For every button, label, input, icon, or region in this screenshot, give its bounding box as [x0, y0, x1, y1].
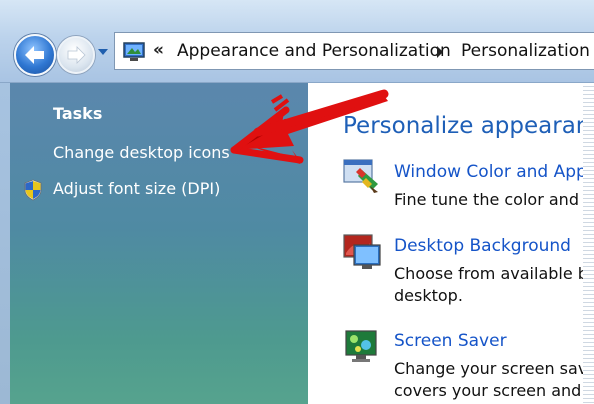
- tasks-heading: Tasks: [53, 104, 103, 123]
- content-area: Personalize appearance a Window Color an…: [308, 83, 594, 404]
- back-button[interactable]: [14, 34, 56, 76]
- tasks-pane: Tasks Change desktop icons Adjust font s…: [10, 83, 308, 404]
- uac-shield-icon: [24, 179, 42, 201]
- forward-button[interactable]: [57, 36, 95, 74]
- window-color-description: Fine tune the color and st: [394, 190, 594, 209]
- control-panel-icon: [123, 42, 145, 61]
- change-desktop-icons-link[interactable]: Change desktop icons: [53, 143, 230, 162]
- back-arrow-icon: [25, 46, 44, 64]
- screen-saver-description: Change your screen saver covers your scr…: [394, 359, 594, 400]
- breadcrumb-separator-icon[interactable]: [437, 46, 443, 58]
- adjust-font-size-link[interactable]: Adjust font size (DPI): [53, 179, 220, 198]
- desktop-background-link[interactable]: Desktop Background: [394, 236, 571, 256]
- scrollbar[interactable]: [583, 83, 594, 404]
- screen-saver-icon: [345, 330, 377, 362]
- desktop-background-description: Choose from available ba desktop.: [394, 264, 594, 305]
- title-bar: « Appearance and Personalization Persona…: [0, 0, 594, 83]
- breadcrumb-personalization[interactable]: Personalization: [461, 41, 590, 61]
- window-color-link[interactable]: Window Color and Appea: [394, 162, 594, 182]
- breadcrumb-appearance-personalization[interactable]: Appearance and Personalization: [177, 41, 451, 61]
- breadcrumb-overflow-icon[interactable]: «: [153, 40, 164, 60]
- recent-pages-dropdown-icon[interactable]: [96, 46, 110, 58]
- desktop-background-icon: [343, 234, 381, 269]
- page-title: Personalize appearance a: [343, 113, 594, 139]
- address-bar[interactable]: « Appearance and Personalization Persona…: [114, 32, 594, 70]
- forward-arrow-icon: [67, 46, 86, 64]
- window-color-icon: [343, 159, 378, 193]
- screen-saver-link[interactable]: Screen Saver: [394, 331, 507, 351]
